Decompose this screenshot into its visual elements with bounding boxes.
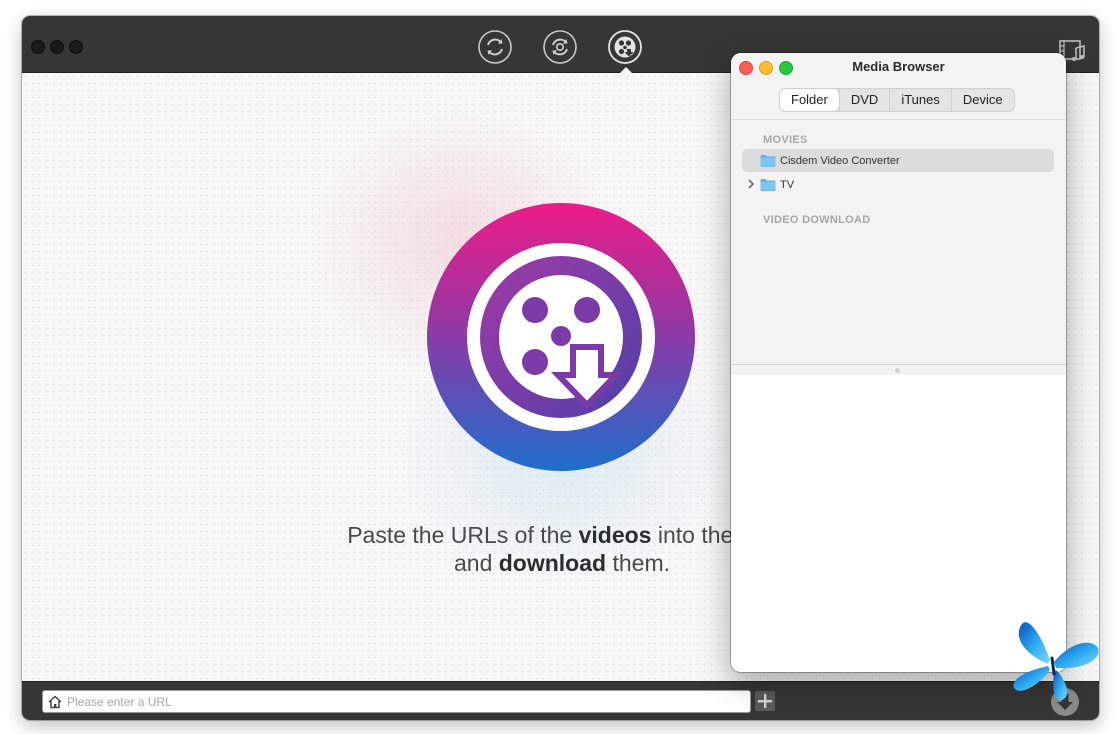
video-download-logo-icon	[427, 203, 695, 471]
section-header-movies: MOVIES	[763, 134, 808, 146]
section-header-video-download: VIDEO DOWNLOAD	[763, 214, 871, 226]
media-browser-window: Media Browser Folder DVD iTunes Device M…	[731, 53, 1066, 672]
zoom-button[interactable]	[69, 40, 83, 54]
divider-handle[interactable]	[895, 368, 900, 373]
convert-mode-button[interactable]	[478, 30, 512, 64]
media-browser-titlebar: Media Browser Folder DVD iTunes Device	[731, 53, 1066, 120]
window-title: Media Browser	[852, 59, 945, 74]
source-list: MOVIES Cisdem Video Converter TV VIDEO D…	[731, 120, 1066, 364]
home-icon[interactable]	[47, 694, 63, 709]
list-item-label: Cisdem Video Converter	[780, 154, 900, 167]
url-input[interactable]	[63, 692, 737, 711]
chevron-right-icon[interactable]	[747, 178, 755, 190]
folder-icon	[760, 179, 776, 191]
tab-itunes[interactable]: iTunes	[889, 89, 951, 111]
url-box	[42, 690, 751, 713]
list-item-cisdem-video-converter[interactable]: Cisdem Video Converter	[742, 149, 1054, 172]
rip-disc-icon	[543, 30, 577, 64]
instruction-line2-prefix: and	[453, 550, 499, 576]
tab-device[interactable]: Device	[950, 89, 1014, 111]
list-item-tv[interactable]: TV	[742, 173, 1054, 196]
plus-icon[interactable]	[755, 691, 775, 711]
convert-arrows-icon	[478, 30, 512, 64]
tab-dvd[interactable]: DVD	[838, 89, 889, 111]
rip-mode-button[interactable]	[543, 30, 577, 64]
instruction-bold-videos: videos	[578, 522, 652, 548]
butterfly-icon[interactable]	[1000, 612, 1104, 708]
instruction-bold-download: download	[498, 550, 607, 576]
instruction-prefix: Paste the URLs of the	[347, 522, 579, 548]
folder-icon	[760, 155, 776, 167]
bottom-bar	[22, 681, 1099, 720]
minimize-button[interactable]	[50, 40, 64, 54]
tab-folder[interactable]: Folder	[780, 89, 839, 111]
instruction-suffix: them.	[606, 550, 670, 576]
download-mode-button[interactable]	[608, 30, 642, 64]
download-film-reel-icon	[608, 30, 642, 64]
list-item-label: TV	[780, 178, 795, 191]
close-button[interactable]	[31, 40, 45, 54]
source-tabs: Folder DVD iTunes Device	[779, 88, 1015, 112]
